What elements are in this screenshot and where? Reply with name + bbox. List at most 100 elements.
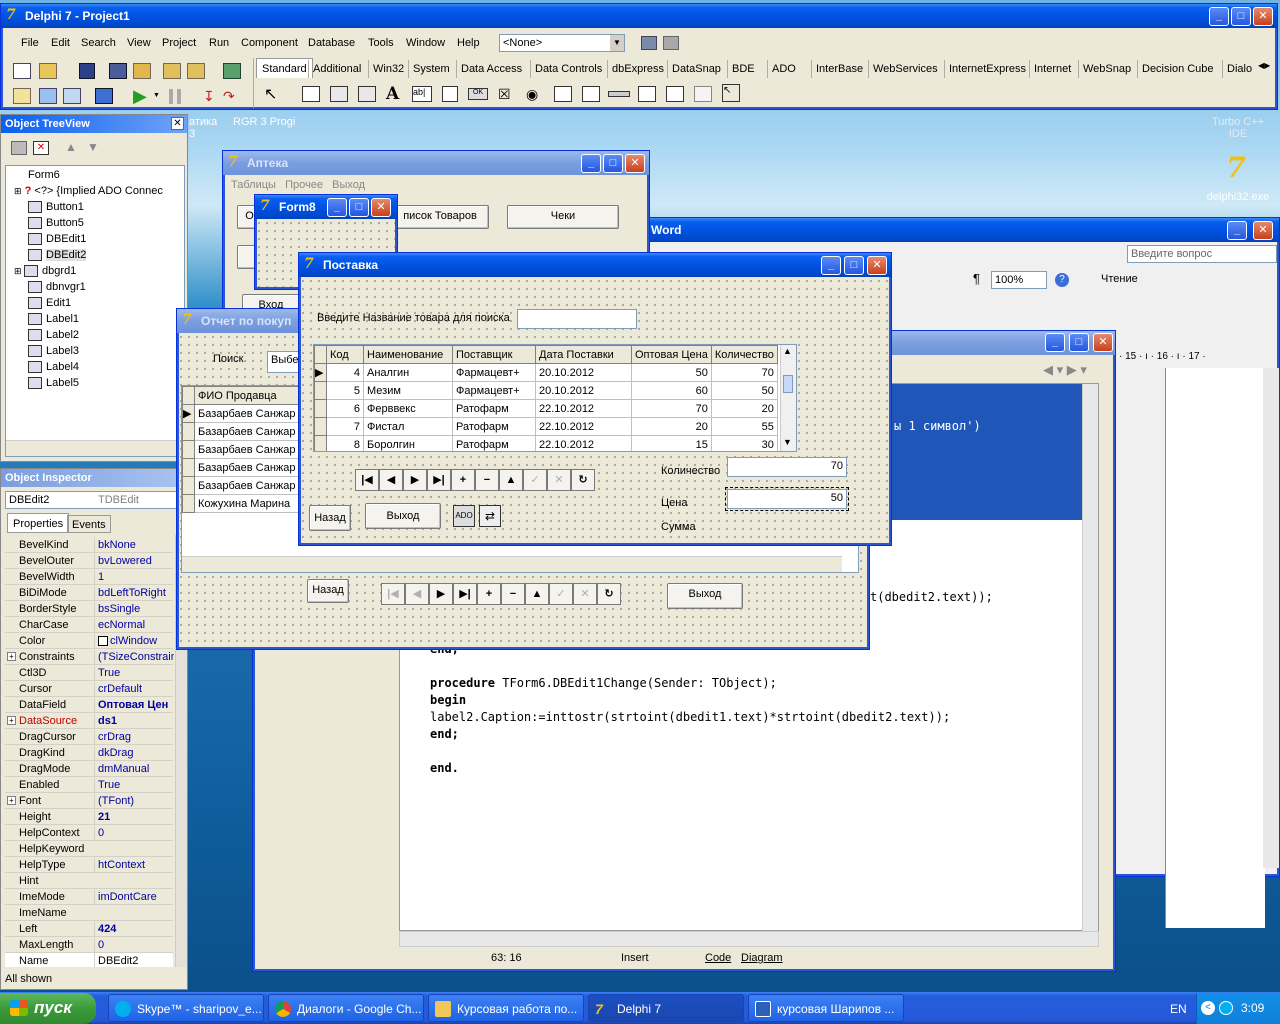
listbox-tool-icon[interactable]	[554, 86, 572, 102]
report-back-button[interactable]: Назад	[307, 579, 349, 603]
prop-value[interactable]: ds1	[94, 713, 174, 729]
palette-tab-ado[interactable]: ADO	[767, 60, 800, 78]
prop-value[interactable]: 0	[94, 825, 174, 841]
tree-item-dbedit2[interactable]: DBEdit2	[28, 247, 87, 263]
tray-network-icon[interactable]: <	[1201, 1001, 1215, 1015]
tree-move-up-icon[interactable]: ▲	[65, 140, 77, 154]
set-debug-desktop-icon[interactable]	[663, 36, 679, 50]
postavka-maximize-button[interactable]: □	[844, 256, 864, 275]
report-cell-fio[interactable]: Базарбаев Санжар	[194, 404, 305, 423]
tree-item-label3[interactable]: Label3	[28, 343, 79, 359]
scroll-thumb[interactable]	[783, 375, 793, 393]
view-form-icon[interactable]	[39, 88, 57, 104]
menu-edit[interactable]: Edit	[51, 33, 70, 53]
new-icon[interactable]	[13, 63, 31, 79]
help-contents-icon[interactable]	[223, 63, 241, 79]
palette-tab-websnap[interactable]: WebSnap	[1078, 60, 1135, 78]
palette-tab-internet[interactable]: Internet	[1029, 60, 1075, 78]
tree-item-dbedit1[interactable]: DBEdit1	[28, 231, 86, 247]
delphi-title-bar[interactable]: 7 Delphi 7 - Project1	[1, 4, 1277, 28]
table-row[interactable]: Базарбаев Санжар	[182, 440, 305, 459]
editor-close-button[interactable]: ✕	[1093, 333, 1113, 352]
checks-button[interactable]: Чеки	[507, 205, 619, 229]
frames-icon[interactable]	[302, 86, 320, 102]
form8-maximize-button[interactable]: □	[349, 198, 369, 217]
nav-first-icon[interactable]: |◀	[381, 583, 405, 605]
expand-icon[interactable]: +	[7, 652, 16, 661]
tree-item-label4[interactable]: Label4	[28, 359, 79, 375]
prop-row[interactable]: HelpKeyword	[5, 841, 173, 857]
datasource-icon[interactable]: ⇄	[479, 505, 501, 527]
apteka-maximize-button[interactable]: □	[603, 154, 623, 173]
apteka-menu-exit[interactable]: Выход	[332, 179, 365, 191]
postavka-exit-button[interactable]: Выход	[365, 503, 441, 529]
edit-tool-icon[interactable]: ab|	[412, 86, 432, 102]
palette-tab-internetexpress[interactable]: InternetExpress	[944, 60, 1030, 78]
remove-file-icon[interactable]	[187, 63, 205, 79]
menu-search[interactable]: Search	[81, 33, 116, 53]
radiobutton-tool-icon[interactable]: ◉	[526, 86, 538, 103]
treeview-title-bar[interactable]: Object TreeView ✕	[1, 115, 187, 133]
palette-tab-dbexpress[interactable]: dbExpress	[607, 60, 668, 78]
add-file-icon[interactable]	[163, 63, 181, 79]
cell-code[interactable]: 4	[326, 363, 364, 382]
open-project-icon[interactable]	[133, 63, 151, 79]
palette-tab-bde[interactable]: BDE	[727, 60, 759, 78]
prop-row[interactable]: Ctl3D True	[5, 665, 173, 681]
scroll-up-icon[interactable]: ▲	[783, 346, 792, 356]
prop-value[interactable]: crDefault	[94, 681, 174, 697]
form8-minimize-button[interactable]: _	[327, 198, 347, 217]
menu-tools[interactable]: Tools	[368, 33, 394, 53]
cell-date[interactable]: 22.10.2012	[535, 435, 632, 451]
word-close-button[interactable]: ✕	[1253, 221, 1273, 240]
delphi-desktop-icon[interactable]: 7	[1222, 153, 1250, 183]
postavka-back-button[interactable]: Назад	[309, 505, 351, 531]
cell-quantity[interactable]: 55	[710, 417, 778, 436]
actionlist-tool-icon[interactable]: ↖	[722, 84, 740, 102]
nav-first-icon[interactable]: |◀	[355, 469, 379, 491]
prop-row[interactable]: Color clWindow	[5, 633, 173, 649]
tree-item-label5[interactable]: Label5	[28, 375, 79, 391]
cell-supplier[interactable]: Фармацевт+	[452, 363, 536, 382]
cell-name[interactable]: Ферввекс	[363, 399, 453, 418]
palette-tab-standard[interactable]: Standard	[256, 58, 313, 78]
prop-value[interactable]: dkDrag	[94, 745, 174, 761]
desktop-layout-combo[interactable]: <None> ▼	[499, 34, 625, 52]
menu-file[interactable]: File	[21, 33, 39, 53]
tray-skype-icon[interactable]	[1219, 1001, 1233, 1015]
nav-post-icon[interactable]: ✓	[549, 583, 573, 605]
cell-price[interactable]: 70	[631, 399, 712, 418]
apteka-menu-tables[interactable]: Таблицы	[231, 179, 276, 191]
language-indicator[interactable]: EN	[1170, 1002, 1187, 1016]
open-icon[interactable]	[39, 63, 57, 79]
prop-row[interactable]: Hint	[5, 873, 173, 889]
prop-row[interactable]: + Font (TFont)	[5, 793, 173, 809]
palette-tab-system[interactable]: System	[408, 60, 454, 78]
prop-row[interactable]: + DataSource ds1	[5, 713, 173, 729]
view-unit-icon[interactable]	[13, 88, 31, 104]
table-row[interactable]: 6 Ферввекс Ратофарм 22.10.2012 70 20	[314, 399, 778, 418]
report-hscrollbar[interactable]	[182, 556, 842, 572]
report-col-fio[interactable]: ФИО Продавца	[194, 386, 305, 405]
nav-insert-icon[interactable]: +	[451, 469, 475, 491]
table-row[interactable]: ▶ 4 Аналгин Фармацевт+ 20.10.2012 50 70	[314, 363, 778, 382]
close-button[interactable]: ✕	[1253, 7, 1273, 26]
scrollbar-tool-icon[interactable]	[608, 91, 630, 97]
palette-tab-dialogs[interactable]: Dialo	[1222, 60, 1258, 78]
combobox-tool-icon[interactable]	[582, 86, 600, 102]
prop-value[interactable]: 21	[94, 809, 174, 825]
maximize-button[interactable]: □	[1231, 7, 1251, 26]
palette-tab-decision-cube[interactable]: Decision Cube	[1137, 60, 1218, 78]
nav-edit-icon[interactable]: ▲	[499, 469, 523, 491]
nav-edit-icon[interactable]: ▲	[525, 583, 549, 605]
groupbox-tool-icon[interactable]	[638, 86, 656, 102]
save-all-icon[interactable]	[109, 63, 127, 79]
cell-quantity[interactable]: 70	[710, 363, 778, 382]
cell-date[interactable]: 22.10.2012	[535, 417, 632, 436]
prop-value[interactable]: True	[94, 665, 174, 681]
price-dbedit[interactable]: 50	[725, 487, 849, 511]
prop-row[interactable]: DragCursor crDrag	[5, 729, 173, 745]
postavka-search-input[interactable]	[517, 309, 637, 329]
cell-code[interactable]: 5	[326, 381, 364, 400]
menu-window[interactable]: Window	[406, 33, 445, 53]
